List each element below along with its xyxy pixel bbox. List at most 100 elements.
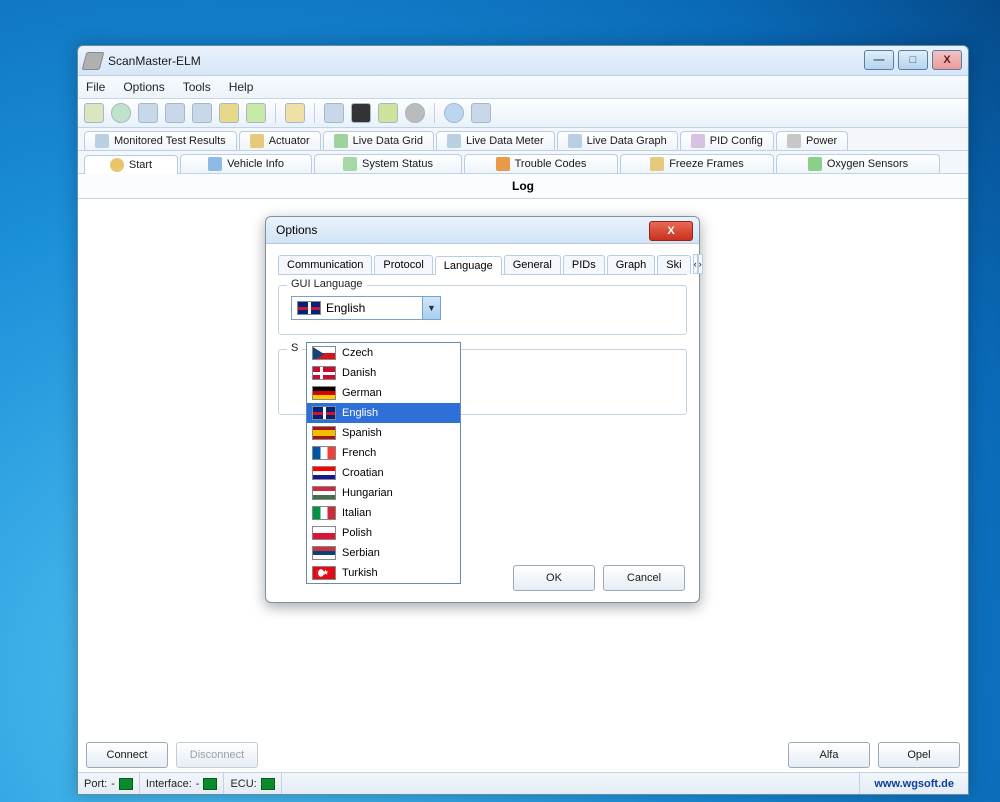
language-combobox[interactable]: English ▼ [291, 296, 441, 320]
options-tabs: Communication Protocol Language General … [278, 254, 687, 275]
toolbar-icon[interactable] [165, 103, 185, 123]
language-option-label: Danish [342, 367, 376, 379]
close-button[interactable]: X [932, 50, 962, 70]
language-option-label: German [342, 387, 382, 399]
toolbar-icon[interactable] [405, 103, 425, 123]
tab-start[interactable]: Start [84, 155, 178, 174]
language-option-tr[interactable]: Turkish [307, 563, 460, 583]
tab-system-status[interactable]: System Status [314, 154, 462, 173]
info-icon[interactable] [444, 103, 464, 123]
minimize-button[interactable]: — [864, 50, 894, 70]
language-option-cz[interactable]: Czech [307, 343, 460, 363]
tab-freeze-frames[interactable]: Freeze Frames [620, 154, 774, 173]
ok-button[interactable]: OK [513, 565, 595, 591]
gui-language-group: GUI Language English ▼ [278, 285, 687, 335]
tab-actuator[interactable]: Actuator [239, 131, 321, 150]
language-option-en[interactable]: English [307, 403, 460, 423]
options-tab-scroll-right[interactable]: › [698, 254, 703, 274]
toolbar-icon[interactable] [378, 103, 398, 123]
options-title: Options [276, 223, 317, 237]
maximize-button[interactable]: □ [898, 50, 928, 70]
opel-button[interactable]: Opel [878, 742, 960, 768]
tab-pid-config[interactable]: PID Config [680, 131, 774, 150]
status-link[interactable]: www.wgsoft.de [860, 778, 968, 790]
options-close-button[interactable]: X [649, 221, 693, 241]
language-option-es[interactable]: Spanish [307, 423, 460, 443]
gui-language-label: GUI Language [287, 278, 367, 290]
language-option-dk[interactable]: Danish [307, 363, 460, 383]
options-tab-general[interactable]: General [504, 255, 561, 274]
menu-file[interactable]: File [86, 80, 105, 94]
app-title: ScanMaster-ELM [108, 54, 201, 68]
toolbar-icon[interactable] [351, 103, 371, 123]
flag-icon [312, 346, 336, 360]
tab-live-data-grid[interactable]: Live Data Grid [323, 131, 434, 150]
tab-oxygen-sensors[interactable]: Oxygen Sensors [776, 154, 940, 173]
tab-row-upper: Monitored Test Results Actuator Live Dat… [78, 128, 968, 151]
language-option-label: Croatian [342, 467, 384, 479]
toolbar-icon[interactable] [111, 103, 131, 123]
status-spacer [282, 773, 861, 794]
toolbar-icon[interactable] [285, 103, 305, 123]
language-option-label: Hungarian [342, 487, 393, 499]
language-option-pl[interactable]: Polish [307, 523, 460, 543]
alfa-button[interactable]: Alfa [788, 742, 870, 768]
tab-live-data-graph[interactable]: Live Data Graph [557, 131, 678, 150]
log-header: Log [78, 174, 968, 199]
language-option-de[interactable]: German [307, 383, 460, 403]
app-icon [82, 52, 105, 70]
options-tab-protocol[interactable]: Protocol [374, 255, 432, 274]
menu-help[interactable]: Help [229, 80, 254, 94]
status-interface: Interface: - [140, 773, 225, 794]
toolbar-icon[interactable] [192, 103, 212, 123]
titlebar[interactable]: ScanMaster-ELM — □ X [78, 46, 968, 76]
bottom-button-row: Connect Disconnect Alfa Opel [86, 742, 960, 768]
flag-icon [312, 566, 336, 580]
language-option-it[interactable]: Italian [307, 503, 460, 523]
cancel-button[interactable]: Cancel [603, 565, 685, 591]
flag-icon [312, 526, 336, 540]
toolbar-icon[interactable] [471, 103, 491, 123]
tab-vehicle-info[interactable]: Vehicle Info [180, 154, 312, 173]
language-option-rs[interactable]: Serbian [307, 543, 460, 563]
language-option-label: Serbian [342, 547, 380, 559]
toolbar-separator [275, 103, 276, 123]
language-dropdown[interactable]: Czech Danish German English Spanish French Cro… [306, 342, 461, 584]
tab-trouble-codes[interactable]: Trouble Codes [464, 154, 618, 173]
options-tab-communication[interactable]: Communication [278, 255, 372, 274]
interface-led-icon [203, 778, 217, 790]
toolbar-icon[interactable] [84, 103, 104, 123]
menubar: File Options Tools Help [78, 76, 968, 99]
combo-dropdown-icon[interactable]: ▼ [422, 297, 440, 319]
options-tab-language[interactable]: Language [435, 256, 502, 275]
flag-icon [297, 301, 321, 315]
language-option-hr[interactable]: Croatian [307, 463, 460, 483]
menu-tools[interactable]: Tools [183, 80, 211, 94]
flag-icon [312, 466, 336, 480]
toolbar-icon[interactable] [324, 103, 344, 123]
language-option-fr[interactable]: French [307, 443, 460, 463]
options-tab-pids[interactable]: PIDs [563, 255, 605, 274]
tab-live-data-meter[interactable]: Live Data Meter [436, 131, 555, 150]
flag-icon [312, 426, 336, 440]
connect-button[interactable]: Connect [86, 742, 168, 768]
toolbar [78, 99, 968, 128]
flag-icon [312, 546, 336, 560]
language-option-label: French [342, 447, 376, 459]
options-tab-ski[interactable]: Ski [657, 255, 690, 274]
flag-icon [312, 486, 336, 500]
toolbar-icon[interactable] [246, 103, 266, 123]
toolbar-icon[interactable] [219, 103, 239, 123]
menu-options[interactable]: Options [123, 80, 164, 94]
tab-power[interactable]: Power [776, 131, 848, 150]
status-ecu: ECU: [224, 773, 281, 794]
options-tab-graph[interactable]: Graph [607, 255, 656, 274]
tab-monitored-test-results[interactable]: Monitored Test Results [84, 131, 237, 150]
language-option-hu[interactable]: Hungarian [307, 483, 460, 503]
language-option-label: Spanish [342, 427, 382, 439]
tab-row-lower: Start Vehicle Info System Status Trouble… [78, 151, 968, 174]
flag-icon [312, 506, 336, 520]
toolbar-icon[interactable] [138, 103, 158, 123]
secondary-group-label: S [287, 342, 302, 354]
options-titlebar[interactable]: Options X [266, 217, 699, 244]
